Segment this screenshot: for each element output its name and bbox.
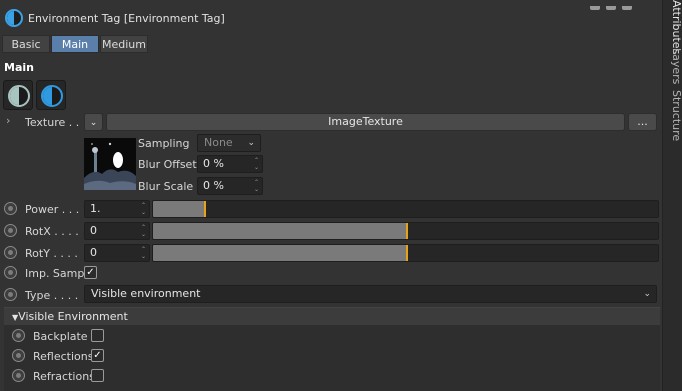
tab-main[interactable]: Main [51,35,99,53]
blur-offset-label: Blur Offset [138,158,197,171]
spinner-arrows-icon[interactable]: ⌃ ⌄ [140,202,147,216]
rotx-keyframe-icon[interactable] [4,224,17,237]
roty-keyframe-icon[interactable] [4,246,17,259]
refractions-keyframe-icon[interactable] [12,369,25,382]
side-tab-bar: Attributes Layers Structure [662,0,682,391]
toolbar-icon[interactable] [606,6,616,10]
chevron-down-icon: ⌄ [643,289,651,299]
sampling-value: None [204,136,233,149]
chevron-down-icon: ⌄ [247,138,255,148]
toolbar-icons [590,0,660,10]
refractions-label: Refractions [33,370,95,383]
spinner-arrows-icon[interactable]: ⌃ ⌄ [253,179,260,193]
blur-scale-value: 0 % [203,179,224,192]
toolbar-icon[interactable] [590,6,600,10]
power-slider[interactable] [152,200,659,218]
type-select[interactable]: Visible environment ⌄ [84,285,657,303]
roty-label: RotY . . . . [25,247,78,260]
backplate-checkbox[interactable] [91,329,104,342]
blur-scale-field[interactable]: 0 % ⌃ ⌄ [197,177,263,195]
rotx-slider[interactable] [152,222,659,240]
type-value: Visible environment [91,287,201,300]
reflections-label: Reflections [33,350,94,363]
texture-more-button[interactable]: ... [628,113,657,131]
expand-chevron-icon[interactable]: › [6,114,10,127]
rotx-field[interactable]: 0 ⌃ ⌄ [84,222,150,240]
checkmark-icon: ✓ [93,350,102,361]
tab-medium[interactable]: Medium [100,35,148,53]
texture-preview-image [84,138,136,190]
imp-samp-label: Imp. Samp. [25,267,88,280]
imp-samp-checkbox[interactable]: ✓ [84,266,97,279]
checkmark-icon: ✓ [86,267,95,278]
roty-slider[interactable] [152,244,659,262]
rotx-label: RotX . . . . [25,225,79,238]
roty-slider-handle[interactable] [406,245,408,261]
refractions-checkbox[interactable] [91,369,104,382]
blur-offset-value: 0 % [203,157,224,170]
section-title: Main [4,61,34,74]
spinner-arrows-icon[interactable]: ⌃ ⌄ [140,224,147,238]
imp-samp-keyframe-icon[interactable] [4,266,17,279]
chevron-down-icon: ⌄ [89,118,98,128]
roty-slider-fill [153,245,406,261]
reflections-keyframe-icon[interactable] [12,349,25,362]
environment-tag-icon [5,9,23,27]
power-slider-handle[interactable] [204,201,206,217]
tab-structure[interactable]: Structure [663,90,682,146]
tab-layers[interactable]: Layers [663,48,682,88]
rotx-slider-handle[interactable] [406,223,408,239]
type-label: Type . . . . [25,289,79,302]
spinner-arrows-icon[interactable]: ⌃ ⌄ [253,157,260,171]
sampling-select[interactable]: None ⌄ [197,134,261,152]
power-label: Power . . . [25,203,80,216]
roty-value: 0 [90,246,97,259]
sampling-label: Sampling [138,137,190,150]
tab-basic[interactable]: Basic [2,35,50,53]
type-keyframe-icon[interactable] [4,288,17,301]
reflections-checkbox[interactable]: ✓ [91,349,104,362]
environment-tag-preset-icon[interactable] [36,80,66,110]
blur-offset-field[interactable]: 0 % ⌃ ⌄ [197,155,263,173]
power-slider-fill [153,201,204,217]
backplate-keyframe-icon[interactable] [12,329,25,342]
panel-title: Environment Tag [Environment Tag] [28,12,225,25]
tab-attributes[interactable]: Attributes [663,0,682,54]
roty-field[interactable]: 0 ⌃ ⌄ [84,244,150,262]
blur-scale-label: Blur Scale [138,180,194,193]
visible-environment-group-header[interactable]: ▼Visible Environment [4,307,660,325]
texture-label: Texture . . [25,116,80,129]
spinner-arrows-icon[interactable]: ⌃ ⌄ [140,246,147,260]
toolbar-icon[interactable] [622,6,632,10]
texture-dropdown-button[interactable]: ⌄ [84,113,103,131]
texture-shader-button[interactable]: ImageTexture [106,113,625,131]
power-field[interactable]: 1. ⌃ ⌄ [84,200,150,218]
power-keyframe-icon[interactable] [4,202,17,215]
environment-preset-icon[interactable] [3,80,33,110]
power-value: 1. [90,202,101,215]
rotx-value: 0 [90,224,97,237]
backplate-label: Backplate [33,330,88,343]
group-title: Visible Environment [18,310,128,323]
rotx-slider-fill [153,223,406,239]
